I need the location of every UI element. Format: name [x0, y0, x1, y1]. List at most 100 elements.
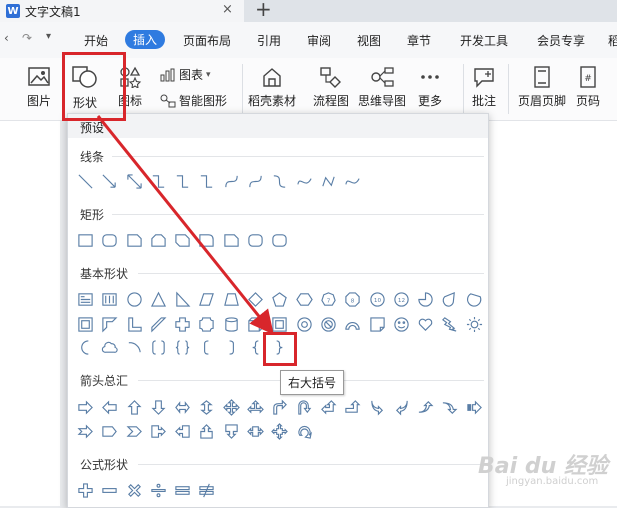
- frame-shape-icon[interactable]: [76, 315, 95, 334]
- aup-shape-icon[interactable]: [125, 398, 144, 417]
- arc-shape-icon[interactable]: [125, 338, 144, 357]
- chord-shape-icon[interactable]: [465, 290, 484, 309]
- arrowline-shape-icon[interactable]: [100, 172, 119, 191]
- new-tab-icon[interactable]: +: [255, 0, 272, 21]
- alru-shape-icon[interactable]: [246, 398, 265, 417]
- curve-shape-icon[interactable]: [222, 172, 241, 191]
- halfframe-shape-icon[interactable]: [100, 315, 119, 334]
- divide-shape-icon[interactable]: [149, 481, 168, 500]
- diagstripe-shape-icon[interactable]: [149, 315, 168, 334]
- lshape-shape-icon[interactable]: [125, 315, 144, 334]
- astriped-shape-icon[interactable]: [465, 398, 484, 417]
- elbow-shape-icon[interactable]: [197, 172, 216, 191]
- circle-shape-icon[interactable]: [125, 290, 144, 309]
- pentarrow-shape-icon[interactable]: [100, 422, 119, 441]
- more-button[interactable]: 更多: [418, 66, 442, 109]
- abentup-shape-icon[interactable]: [343, 398, 362, 417]
- octagon-shape-icon[interactable]: 8: [343, 290, 362, 309]
- menu-references[interactable]: 引用: [257, 32, 281, 49]
- dblbrace-shape-icon[interactable]: [173, 338, 192, 357]
- elbow-shape-icon[interactable]: [149, 172, 168, 191]
- pentagon-shape-icon[interactable]: [270, 290, 289, 309]
- aright-shape-icon[interactable]: [76, 398, 95, 417]
- aleft-shape-icon[interactable]: [100, 398, 119, 417]
- rbracket-shape-icon[interactable]: [222, 338, 241, 357]
- acurvedl-shape-icon[interactable]: [392, 398, 411, 417]
- comment-button[interactable]: 批注: [472, 66, 496, 109]
- alr-shape-icon[interactable]: [173, 398, 192, 417]
- document-tab[interactable]: W 文字文稿1 ×: [0, 0, 244, 22]
- scribble-shape-icon[interactable]: [295, 172, 314, 191]
- moon-shape-icon[interactable]: [76, 338, 95, 357]
- menu-page-layout[interactable]: 页面布局: [183, 32, 231, 49]
- plus-shape-icon[interactable]: [76, 481, 95, 500]
- dblbracket-shape-icon[interactable]: [149, 338, 168, 357]
- menu-home[interactable]: 开始: [84, 32, 108, 49]
- acurvedu-shape-icon[interactable]: [416, 398, 435, 417]
- menu-member[interactable]: 会员专享: [537, 32, 585, 49]
- line-shape-icon[interactable]: [76, 172, 95, 191]
- rect-shape-icon[interactable]: [76, 231, 95, 250]
- cross-shape-icon[interactable]: [173, 315, 192, 334]
- auturn-shape-icon[interactable]: [295, 398, 314, 417]
- abent-shape-icon[interactable]: [270, 398, 289, 417]
- teardrop-shape-icon[interactable]: [440, 290, 459, 309]
- heart-shape-icon[interactable]: [416, 315, 435, 334]
- sun-shape-icon[interactable]: [465, 315, 484, 334]
- snip1-shape-icon[interactable]: [125, 231, 144, 250]
- quick-access-dropdown-icon[interactable]: ▾: [46, 31, 51, 42]
- document-page[interactable]: [0, 121, 60, 506]
- aleftup-shape-icon[interactable]: [319, 398, 338, 417]
- roundrect-shape-icon[interactable]: [100, 231, 119, 250]
- can-shape-icon[interactable]: [222, 315, 241, 334]
- scurve-shape-icon[interactable]: [270, 172, 289, 191]
- aud-shape-icon[interactable]: [197, 398, 216, 417]
- elbow-shape-icon[interactable]: [173, 172, 192, 191]
- lbracket-shape-icon[interactable]: [197, 338, 216, 357]
- round1-shape-icon[interactable]: [197, 231, 216, 250]
- picture-button[interactable]: 图片: [27, 66, 51, 109]
- mult-shape-icon[interactable]: [125, 481, 144, 500]
- redo-icon[interactable]: ↷: [22, 31, 32, 45]
- rtriangle-shape-icon[interactable]: [173, 290, 192, 309]
- dodecagon-shape-icon[interactable]: 12: [392, 290, 411, 309]
- trapezoid-shape-icon[interactable]: [222, 290, 241, 309]
- header-footer-button[interactable]: 页眉页脚: [518, 66, 566, 109]
- roundrect-shape-icon[interactable]: [270, 231, 289, 250]
- plaque-shape-icon[interactable]: [197, 315, 216, 334]
- scribble-shape-icon[interactable]: [343, 172, 362, 191]
- calloutquad-shape-icon[interactable]: [270, 422, 289, 441]
- menu-insert[interactable]: 插入: [125, 30, 166, 49]
- calloutl-shape-icon[interactable]: [173, 422, 192, 441]
- smiley-shape-icon[interactable]: [392, 315, 411, 334]
- decagon-shape-icon[interactable]: 10: [368, 290, 387, 309]
- vtext-shape-icon[interactable]: [100, 290, 119, 309]
- page-number-button[interactable]: # 页码: [576, 66, 600, 109]
- snipdiag-shape-icon[interactable]: [173, 231, 192, 250]
- aquad-shape-icon[interactable]: [222, 398, 241, 417]
- undo-arrow-icon[interactable]: ‹: [4, 31, 9, 45]
- menu-developer[interactable]: 开发工具: [460, 32, 508, 49]
- diamond-shape-icon[interactable]: [246, 290, 265, 309]
- acurvedd-shape-icon[interactable]: [440, 398, 459, 417]
- heptagon-shape-icon[interactable]: 7: [319, 290, 338, 309]
- folded-shape-icon[interactable]: [368, 315, 387, 334]
- pie-shape-icon[interactable]: [416, 290, 435, 309]
- menu-docer[interactable]: 稻: [608, 32, 617, 49]
- menu-view[interactable]: 视图: [357, 32, 381, 49]
- triangle-shape-icon[interactable]: [149, 290, 168, 309]
- calloutu-shape-icon[interactable]: [197, 422, 216, 441]
- cloud-shape-icon[interactable]: [100, 338, 119, 357]
- acurvedr-shape-icon[interactable]: [368, 398, 387, 417]
- minus-shape-icon[interactable]: [100, 481, 119, 500]
- notequal-shape-icon[interactable]: [197, 481, 216, 500]
- parallel-shape-icon[interactable]: [197, 290, 216, 309]
- calloutr-shape-icon[interactable]: [149, 422, 168, 441]
- anotched-shape-icon[interactable]: [76, 422, 95, 441]
- docer-material-button[interactable]: 稻壳素材: [248, 66, 296, 109]
- smart-shape-button[interactable]: 智能图形: [160, 92, 227, 109]
- chevron-shape-icon[interactable]: [125, 422, 144, 441]
- menu-section[interactable]: 章节: [407, 32, 431, 49]
- textbox-shape-icon[interactable]: [76, 290, 95, 309]
- snip2-shape-icon[interactable]: [149, 231, 168, 250]
